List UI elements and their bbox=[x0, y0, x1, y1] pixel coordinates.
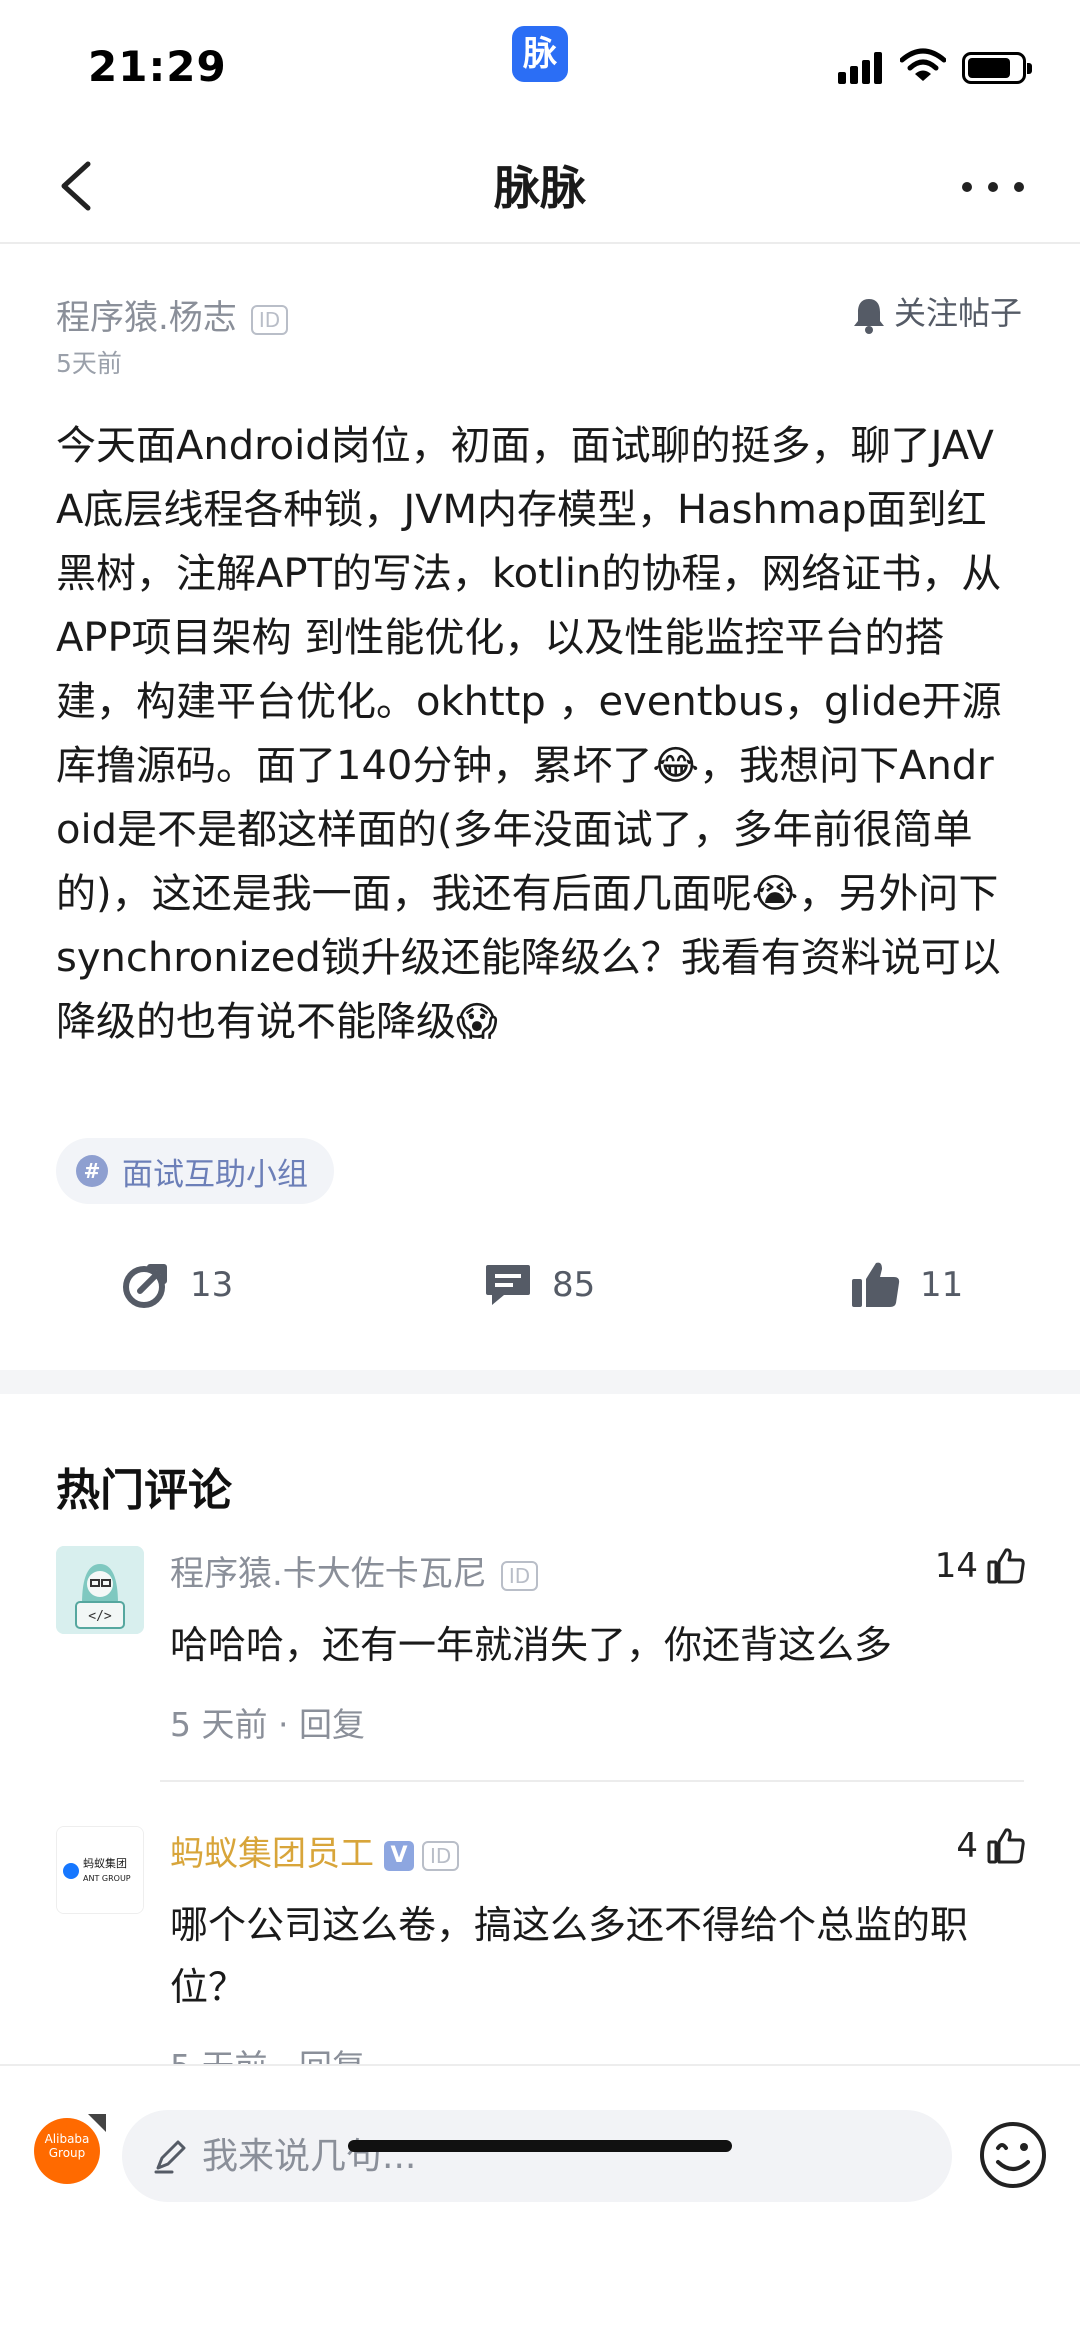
share-count: 13 bbox=[190, 1265, 234, 1305]
comment-button[interactable]: 85 bbox=[482, 1250, 595, 1320]
like-button[interactable]: 11 bbox=[850, 1250, 963, 1320]
comment-item: </> 程序猿.卡大佐卡瓦尼 ID 14 哈哈哈，还有一年就消失了，你还背这么多 … bbox=[56, 1546, 1026, 1746]
my-avatar[interactable]: Alibaba Group bbox=[34, 2118, 100, 2184]
ant-group-logo-icon: 蚂蚁集团 ANT GROUP bbox=[57, 1827, 143, 1913]
comment-separator bbox=[160, 1780, 1024, 1782]
app-logo-icon: 脉 bbox=[512, 26, 568, 82]
share-button[interactable]: 13 bbox=[120, 1250, 233, 1320]
more-icon[interactable] bbox=[962, 182, 1026, 196]
signal-icon bbox=[838, 52, 886, 84]
avatar[interactable]: </> bbox=[56, 1546, 144, 1634]
thumb-up-outline-icon bbox=[987, 1828, 1025, 1864]
post-time: 5天前 bbox=[56, 349, 122, 378]
comment-icon bbox=[486, 1265, 530, 1305]
thumb-up-icon bbox=[852, 1262, 900, 1307]
hot-comments-title: 热门评论 bbox=[56, 1465, 232, 1516]
status-bar: 21:29 脉 bbox=[0, 0, 1080, 130]
comment-like-count: 4 bbox=[956, 1826, 978, 1866]
emoji-icon[interactable] bbox=[978, 2120, 1048, 2190]
comment-like-button[interactable]: 4 bbox=[956, 1826, 1026, 1866]
id-badge: ID bbox=[250, 304, 289, 335]
topic-tag[interactable]: # 面试互助小组 bbox=[56, 1138, 334, 1204]
id-badge: ID bbox=[422, 1840, 460, 1871]
post-actions: 13 85 11 bbox=[0, 1240, 1080, 1330]
comment-author-name[interactable]: 蚂蚁集团员工 bbox=[170, 1834, 374, 1874]
topic-tag-label: 面试互助小组 bbox=[122, 1156, 308, 1193]
ant-logo-cn: 蚂蚁集团 bbox=[83, 1856, 127, 1870]
pencil-icon bbox=[154, 2140, 186, 2174]
follow-post-button[interactable]: 关注帖子 bbox=[852, 288, 1023, 334]
verified-badge: V bbox=[384, 1840, 414, 1871]
hash-icon: # bbox=[76, 1155, 108, 1187]
comment-meta-reply[interactable]: 5 天前 · 回复 bbox=[170, 1698, 365, 1746]
comment-text: 哈哈哈，还有一年就消失了，你还背这么多 bbox=[170, 1623, 893, 1667]
avatar[interactable]: 蚂蚁集团 ANT GROUP bbox=[56, 1826, 144, 1914]
my-avatar-text: Alibaba Group bbox=[44, 2132, 90, 2160]
comment-author[interactable]: 蚂蚁集团员工 V ID bbox=[170, 1826, 460, 1875]
comment-author-name[interactable]: 程序猿.卡大佐卡瓦尼 bbox=[170, 1554, 487, 1594]
section-divider bbox=[0, 1370, 1080, 1394]
wifi-icon bbox=[900, 48, 946, 81]
page-title: 脉脉 bbox=[494, 161, 586, 215]
comment-like-button[interactable]: 14 bbox=[935, 1546, 1026, 1586]
share-icon bbox=[123, 1264, 167, 1308]
comment-author[interactable]: 程序猿.卡大佐卡瓦尼 ID bbox=[170, 1546, 539, 1595]
comment-input-bar: Alibaba Group bbox=[0, 2064, 1080, 2337]
id-badge: ID bbox=[500, 1560, 539, 1591]
coder-avatar-icon: </> bbox=[56, 1546, 144, 1634]
like-count: 11 bbox=[920, 1265, 964, 1305]
comment-like-count: 14 bbox=[934, 1546, 978, 1586]
follow-post-label: 关注帖子 bbox=[894, 294, 1023, 332]
status-time: 21:29 bbox=[88, 42, 227, 91]
post-author-name[interactable]: 程序猿.杨志 bbox=[56, 298, 237, 338]
battery-icon bbox=[962, 52, 1032, 84]
comment-input-container[interactable] bbox=[122, 2110, 952, 2202]
post-author[interactable]: 程序猿.杨志 ID bbox=[56, 290, 289, 339]
bell-icon bbox=[854, 299, 884, 334]
comment-text: 哪个公司这么卷，搞这么多还不得给个总监的职位？ bbox=[170, 1903, 969, 2009]
thumb-up-outline-icon bbox=[987, 1548, 1025, 1584]
home-indicator bbox=[348, 2140, 732, 2152]
navigation-bar: 脉脉 bbox=[0, 130, 1080, 244]
comment-count: 85 bbox=[552, 1265, 596, 1305]
comment-item: 蚂蚁集团 ANT GROUP 蚂蚁集团员工 V ID 4 哪个公司这么卷，搞这么多还… bbox=[56, 1826, 1026, 2086]
avatar-code-text: </> bbox=[88, 1609, 112, 1624]
ant-logo-en: ANT GROUP bbox=[83, 1874, 131, 1883]
post-content: 今天面Android岗位，初面，面试聊的挺多，聊了JAVA底层线程各种锁，JVM… bbox=[56, 423, 1002, 1045]
